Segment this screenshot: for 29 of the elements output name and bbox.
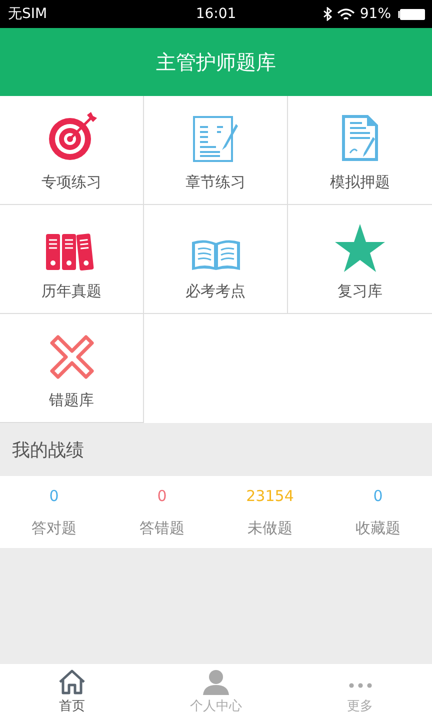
- category-tile[interactable]: 错题库: [0, 314, 144, 423]
- battery-text: 91%: [360, 6, 391, 22]
- cross-icon: [48, 333, 96, 381]
- category-tile[interactable]: 专项练习: [0, 96, 144, 205]
- stat-value: 0: [157, 486, 167, 504]
- clock-text: 16:01: [196, 6, 236, 22]
- category-tile[interactable]: 历年真题: [0, 205, 144, 314]
- carrier-text: 无SIM: [8, 5, 48, 23]
- star-icon: [335, 224, 385, 272]
- section-title: 我的战绩: [12, 438, 84, 462]
- stat-label: 收藏题: [356, 518, 400, 538]
- stat-value: 23154: [246, 486, 294, 504]
- app-title: 主管护师题库: [156, 48, 276, 76]
- document-pen-icon: [192, 115, 240, 163]
- battery-icon: [396, 8, 426, 20]
- bluetooth-icon: [322, 7, 332, 21]
- person-icon: [202, 669, 230, 695]
- more-icon: [348, 683, 372, 688]
- open-book-icon: [190, 238, 240, 272]
- document-pen-icon: [340, 113, 380, 163]
- stat-value: 0: [49, 486, 59, 504]
- category-tile[interactable]: 必考考点: [144, 205, 288, 314]
- home-icon: [58, 669, 86, 695]
- category-tile[interactable]: 章节练习: [144, 96, 288, 205]
- stat-label: 未做题: [248, 518, 292, 538]
- stat-label: 答对题: [32, 518, 76, 538]
- wifi-icon: [336, 8, 355, 20]
- stat-value: 0: [373, 486, 383, 504]
- stat-label: 答错题: [140, 518, 184, 538]
